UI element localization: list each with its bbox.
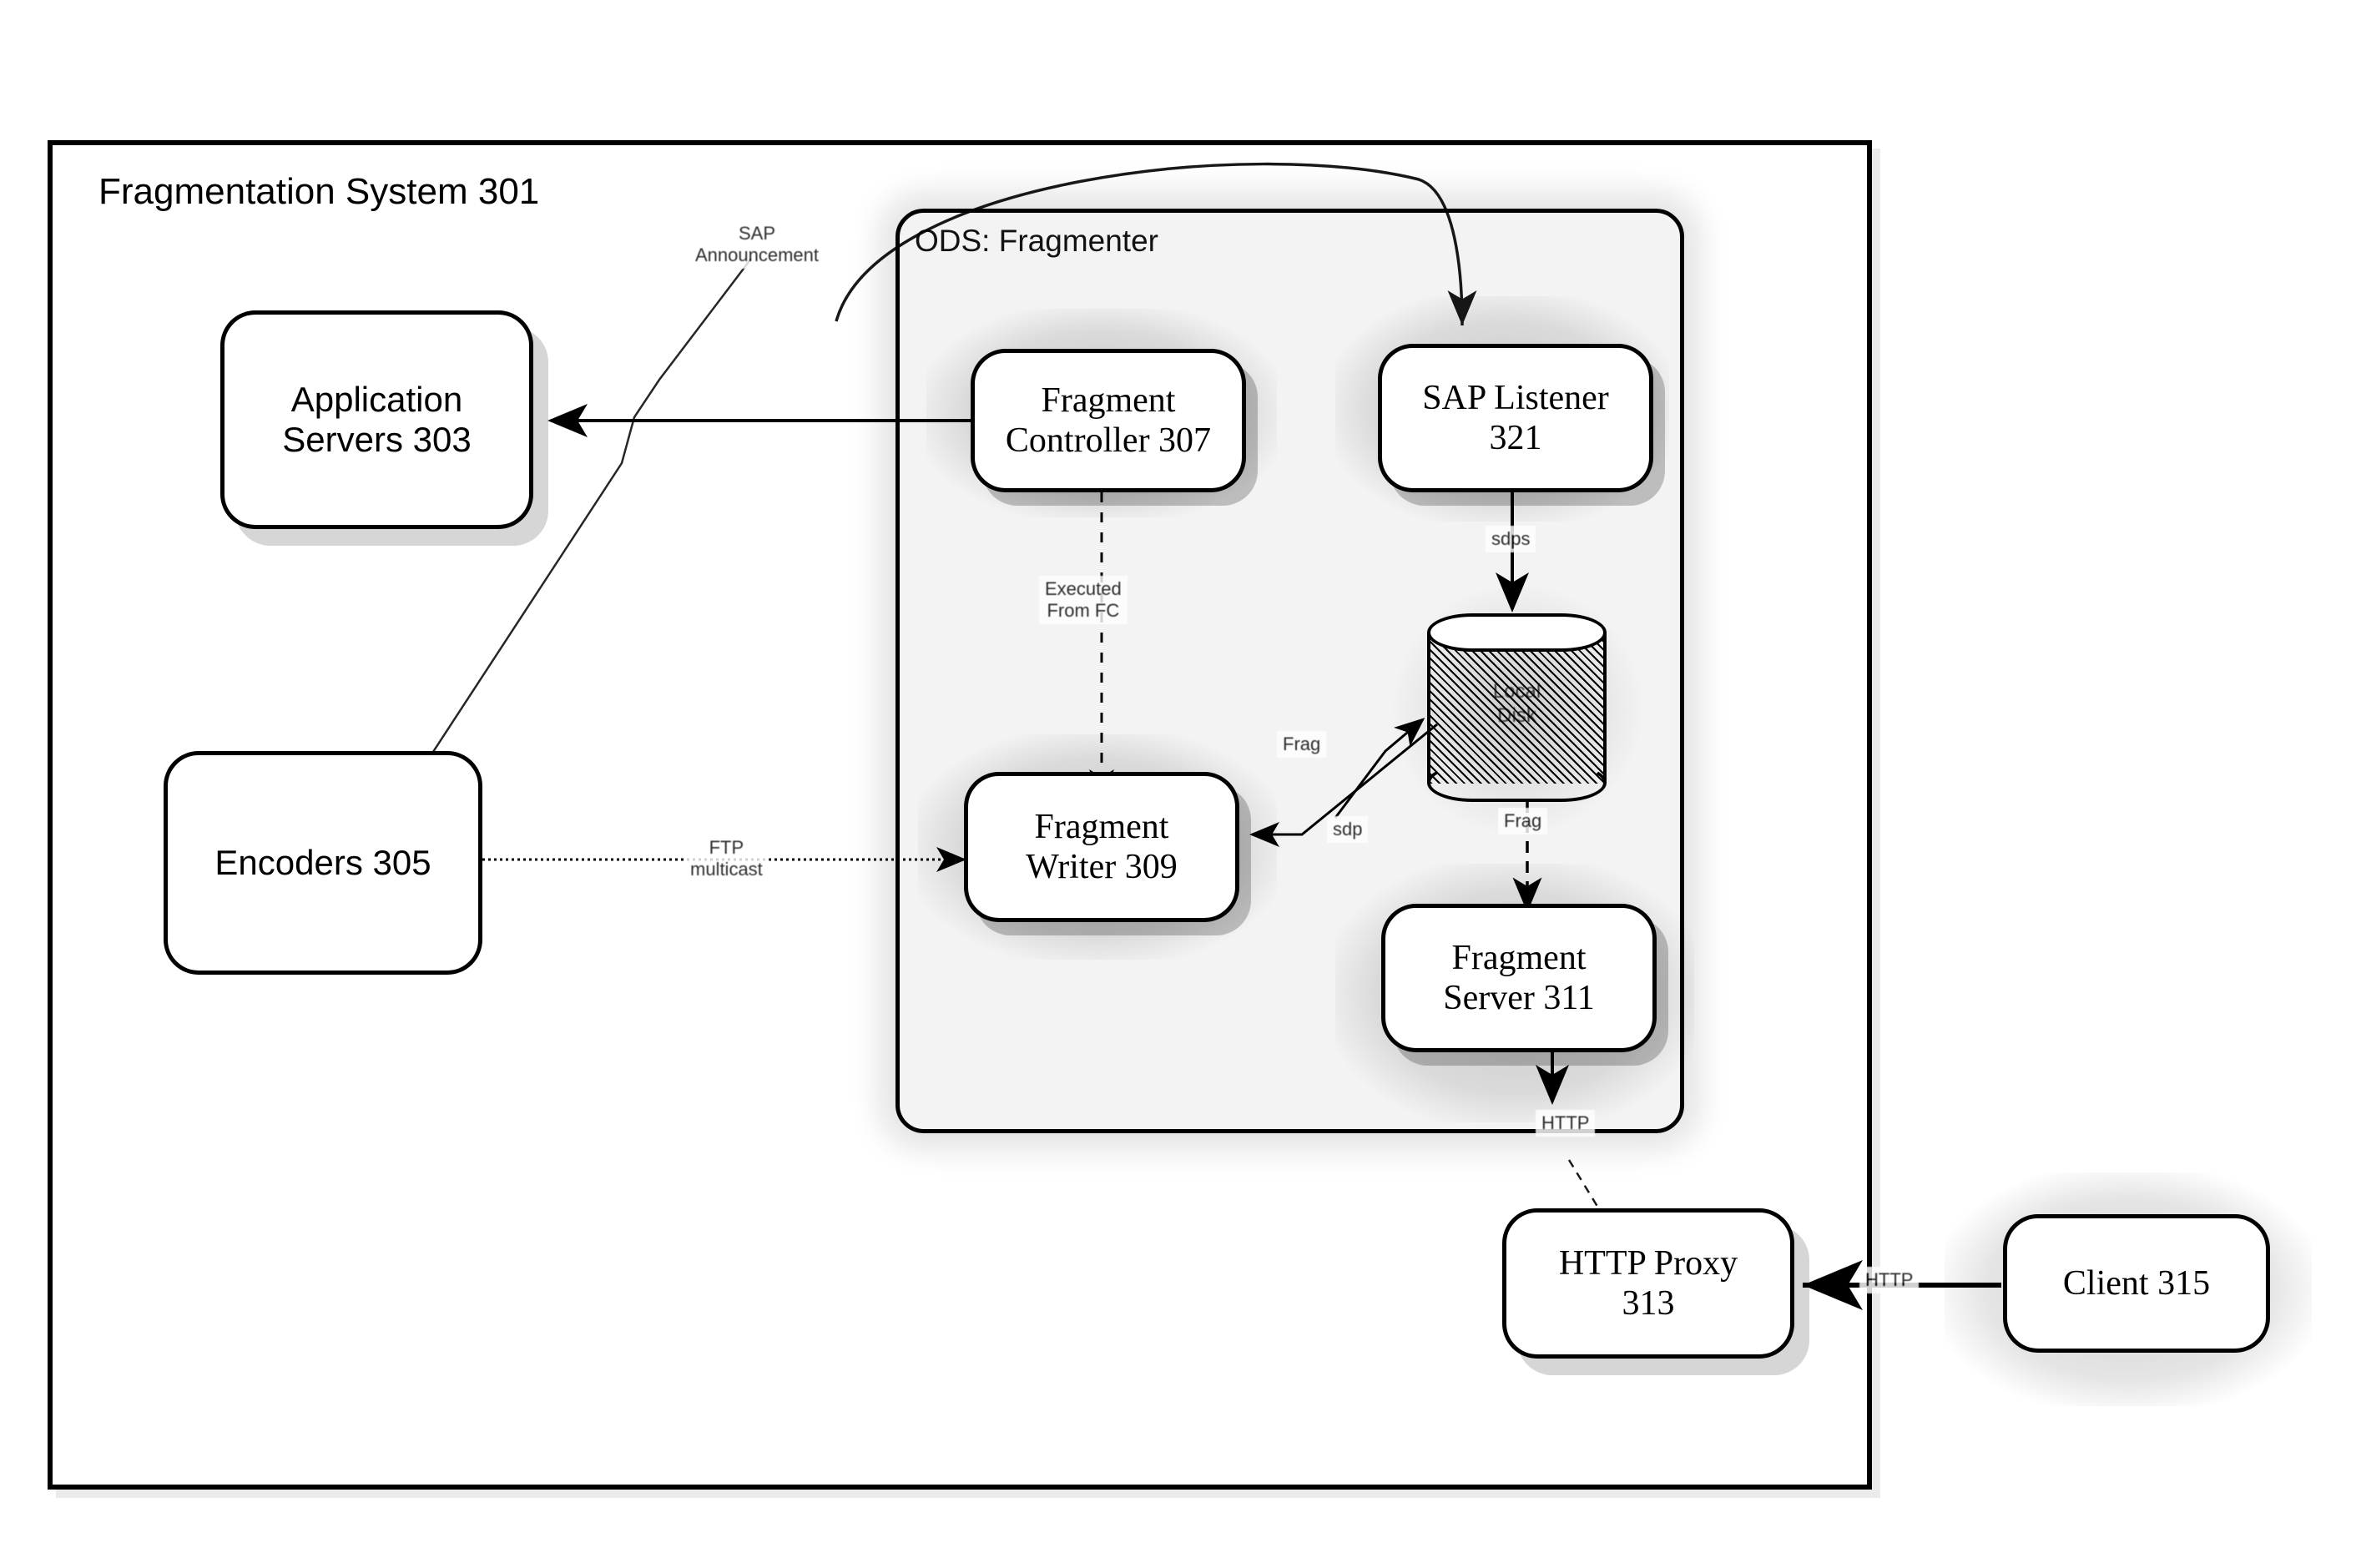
label-frag-to-server: Frag bbox=[1498, 808, 1548, 834]
label-sdps: sdps bbox=[1486, 526, 1536, 552]
edge-sap-arc-to-listener bbox=[835, 162, 1477, 326]
label-frag-to-disk: Frag bbox=[1277, 731, 1327, 758]
local-disk-label: Local Disk bbox=[1492, 680, 1541, 727]
label-ftp-multicast: FTP multicast bbox=[684, 834, 769, 883]
node-label: Encoders 305 bbox=[214, 842, 431, 882]
label-sdp: sdp bbox=[1327, 816, 1369, 843]
node-label: HTTP Proxy 313 bbox=[1558, 1243, 1738, 1323]
edge-writer-to-disk bbox=[1334, 718, 1425, 819]
node-fragment-controller[interactable]: Fragment Controller 307 bbox=[971, 349, 1246, 492]
label-sap-announcement: SAP Announcement bbox=[689, 220, 825, 269]
node-sap-listener[interactable]: SAP Listener 321 bbox=[1378, 344, 1653, 492]
node-local-disk[interactable]: Local Disk bbox=[1427, 613, 1607, 802]
node-label: Fragment Controller 307 bbox=[1005, 381, 1212, 460]
node-label: SAP Listener 321 bbox=[1422, 378, 1609, 457]
node-label: Fragment Writer 309 bbox=[1026, 807, 1178, 886]
node-application-servers[interactable]: Application Servers 303 bbox=[220, 310, 533, 529]
node-label: Client 315 bbox=[2062, 1263, 2211, 1303]
cylinder-bottom bbox=[1427, 764, 1607, 802]
label-executed-from-fc: Executed From FC bbox=[1039, 576, 1128, 624]
node-http-proxy[interactable]: HTTP Proxy 313 bbox=[1502, 1208, 1794, 1359]
node-client[interactable]: Client 315 bbox=[2003, 1214, 2270, 1353]
node-label: Fragment Server 311 bbox=[1443, 938, 1595, 1017]
label-http-client: HTTP bbox=[1859, 1267, 1920, 1293]
node-fragment-writer[interactable]: Fragment Writer 309 bbox=[964, 772, 1239, 922]
node-label: Application Servers 303 bbox=[282, 379, 472, 459]
label-http-internal: HTTP bbox=[1536, 1110, 1596, 1137]
node-fragment-server[interactable]: Fragment Server 311 bbox=[1381, 904, 1657, 1052]
diagram-canvas: Fragmentation System 301 ODS: Fragmenter bbox=[0, 0, 2356, 1568]
cylinder-top bbox=[1427, 613, 1607, 652]
node-encoders[interactable]: Encoders 305 bbox=[164, 751, 482, 975]
